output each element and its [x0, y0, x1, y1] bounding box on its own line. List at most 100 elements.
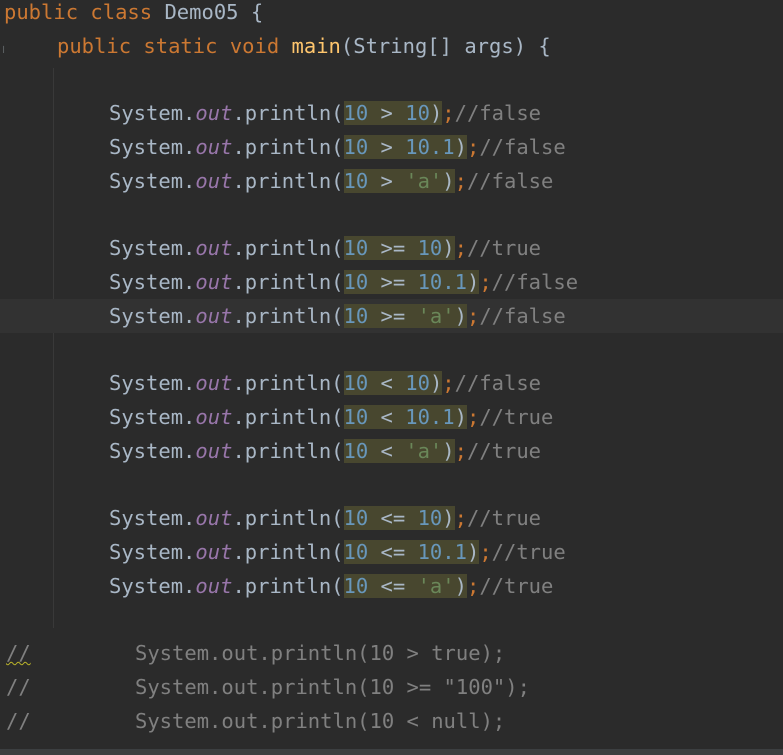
comparison-operator: < [368, 439, 406, 463]
comparison-operator: > [368, 101, 406, 125]
out-field: out [195, 371, 233, 395]
code-line-println[interactable]: System.out.println(10 <= 'a');//true [0, 569, 783, 603]
close-paren: ) [442, 506, 455, 530]
semicolon: ; [454, 506, 467, 530]
highlighted-expression: 10 >= 'a') [343, 304, 467, 328]
code-line-println[interactable]: System.out.println(10 < 10.1);//true [0, 400, 783, 434]
out-field: out [195, 169, 233, 193]
rhs-literal: 10.1 [417, 270, 467, 294]
result-comment: //true [479, 405, 554, 429]
system-class-ref: System. [109, 304, 196, 328]
code-line-commented[interactable]: // System.out.println(10 >= "100"); [0, 670, 783, 704]
fold-marker-icon[interactable]: ╷ [0, 29, 7, 63]
code-line-println[interactable]: System.out.println(10 >= 10.1);//false [0, 265, 783, 299]
close-paren: ) [466, 270, 480, 294]
semicolon: ; [454, 439, 467, 463]
code-line-println[interactable]: System.out.println(10 <= 10);//true [0, 501, 783, 535]
code-line-println[interactable]: System.out.println(10 >= 10);//true [0, 231, 783, 265]
lhs-literal: 10 [343, 169, 369, 193]
out-field: out [195, 439, 233, 463]
close-paren: ) [454, 574, 467, 598]
semicolon: ; [466, 405, 480, 429]
code-line-println[interactable]: System.out.println(10 > 10);//false [0, 96, 783, 130]
lhs-literal: 10 [343, 371, 369, 395]
semicolon: ; [466, 574, 480, 598]
comparison-operator: >= [368, 270, 418, 294]
highlighted-expression: 10 > 10.1) [343, 135, 467, 159]
keyword-public: public [4, 0, 79, 24]
code-line-println[interactable]: System.out.println(10 >= 'a');//false [0, 299, 783, 333]
println-call: .println( [232, 169, 344, 193]
println-call: .println( [232, 439, 344, 463]
rhs-literal: 10.1 [405, 405, 455, 429]
close-paren: ) [454, 304, 467, 328]
comparison-operator: <= [368, 574, 418, 598]
line-comment-marker: // [6, 709, 31, 733]
highlighted-expression: 10 <= 10.1) [343, 540, 480, 564]
result-comment: //false [454, 101, 542, 125]
code-line-println[interactable]: System.out.println(10 < 'a');//true [0, 434, 783, 468]
out-field: out [195, 101, 233, 125]
lhs-literal: 10 [343, 439, 369, 463]
keyword-public: public [57, 34, 132, 58]
highlighted-expression: 10 <= 'a') [343, 574, 467, 598]
println-call: .println( [232, 304, 344, 328]
result-comment: //true [466, 236, 542, 260]
result-comment: //false [479, 135, 566, 159]
system-class-ref: System. [109, 574, 196, 598]
println-statement: System.out.println(10 >= 10);//true [109, 231, 541, 265]
code-line-commented[interactable]: // System.out.println(10 > true); [0, 636, 783, 670]
close-paren: ) [442, 169, 455, 193]
code-line-println[interactable]: System.out.println(10 < 10);//false [0, 366, 783, 400]
out-field: out [195, 540, 233, 564]
println-statement: System.out.println(10 <= 10);//true [109, 501, 541, 535]
println-statement: System.out.println(10 <= 10.1);//true [109, 535, 566, 569]
system-class-ref: System. [109, 405, 196, 429]
keyword-static: static [143, 34, 218, 58]
system-class-ref: System. [109, 506, 196, 530]
println-call: .println( [232, 270, 344, 294]
result-comment: //true [491, 540, 566, 564]
code-line-println[interactable]: System.out.println(10 <= 10.1);//true [0, 535, 783, 569]
out-field: out [195, 236, 233, 260]
result-comment: //false [466, 169, 554, 193]
rhs-literal: 10.1 [417, 540, 467, 564]
code-line-class-decl[interactable]: public class Demo05 { [0, 0, 783, 29]
semicolon: ; [466, 304, 480, 328]
lhs-literal: 10 [343, 574, 369, 598]
println-call: .println( [232, 371, 344, 395]
code-line-println[interactable]: System.out.println(10 > 10.1);//false [0, 130, 783, 164]
highlighted-expression: 10 >= 10) [343, 236, 455, 260]
system-class-ref: System. [109, 169, 196, 193]
horizontal-scrollbar[interactable] [0, 749, 783, 755]
result-comment: //true [479, 574, 554, 598]
comparison-operator: >= [368, 304, 418, 328]
result-comment: //false [491, 270, 579, 294]
close-paren: ) [454, 135, 467, 159]
commented-code: System.out.println(10 > true); [135, 641, 506, 665]
println-call: .println( [232, 506, 344, 530]
close-paren: ) [454, 405, 467, 429]
semicolon: ; [442, 371, 455, 395]
comparison-operator: <= [368, 540, 418, 564]
code-line-commented[interactable]: // System.out.println(10 < null); [0, 704, 783, 738]
close-paren: ) [429, 101, 443, 125]
close-paren: ) [429, 371, 443, 395]
close-paren: ) [466, 540, 480, 564]
out-field: out [195, 405, 233, 429]
code-line-main-decl[interactable]: ╷ public static void main(String[] args)… [0, 29, 783, 63]
system-class-ref: System. [109, 236, 196, 260]
rhs-literal: 10 [417, 236, 443, 260]
method-params: (String[] args) { [340, 34, 551, 58]
keyword-void: void [229, 34, 280, 58]
close-paren: ) [442, 236, 455, 260]
code-editor[interactable]: public class Demo05 { ╷ public static vo… [0, 0, 783, 755]
highlighted-expression: 10 < 10.1) [343, 405, 467, 429]
out-field: out [195, 304, 233, 328]
result-comment: //false [454, 371, 542, 395]
semicolon: ; [442, 101, 455, 125]
code-line-println[interactable]: System.out.println(10 > 'a');//false [0, 164, 783, 198]
rhs-literal: 'a' [417, 304, 455, 328]
highlighted-expression: 10 < 'a') [343, 439, 455, 463]
println-call: .println( [232, 574, 344, 598]
